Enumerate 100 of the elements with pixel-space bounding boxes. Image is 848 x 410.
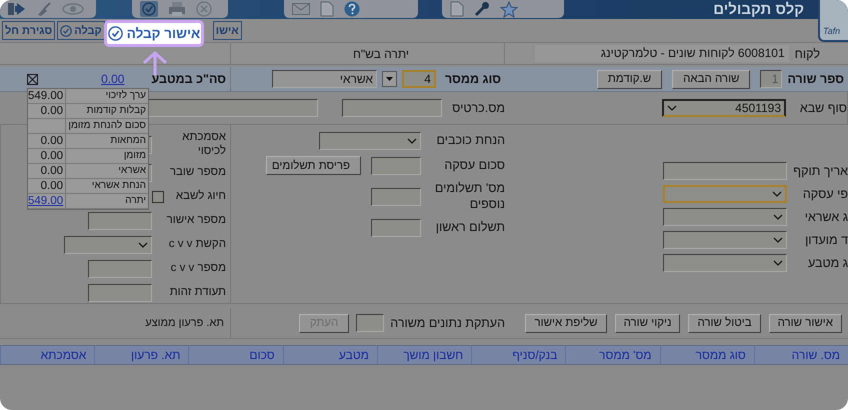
summary-value: 0.00 <box>28 134 66 148</box>
summary-value: 0.00 <box>28 104 66 118</box>
caret-icon <box>386 77 393 81</box>
summary-label: המחאות <box>109 134 147 148</box>
window-title: קלס תקבולים <box>713 0 804 19</box>
nav-button[interactable]: ש.קודמת <box>596 70 662 88</box>
summary-value: 0.00 <box>28 179 66 193</box>
field-label: תעודת זהות <box>168 286 226 300</box>
summary-value[interactable]: 549.00 <box>28 194 66 208</box>
summary-value: 0.00 <box>28 149 66 163</box>
column-header: סכום <box>188 346 283 364</box>
check-icon[interactable] <box>140 1 158 17</box>
star-icon[interactable] <box>500 0 518 18</box>
input-field[interactable] <box>663 162 787 180</box>
dropdown[interactable] <box>663 254 787 272</box>
tab[interactable]: סגירת חל <box>2 21 56 40</box>
dropdown[interactable] <box>64 236 152 254</box>
column-header: תא. פרעון <box>94 346 188 364</box>
input-field[interactable] <box>88 284 152 302</box>
field-label: תשלום ראשון <box>434 220 505 236</box>
summary-label: סכום להנחת מזומן <box>67 119 147 133</box>
summary-label: מזומן <box>122 149 147 163</box>
line-action-button[interactable]: ביטול שורה <box>688 314 761 332</box>
input-field[interactable] <box>146 99 318 117</box>
column-header: מס' ממסר <box>565 346 660 364</box>
summary-value: 0.00 <box>28 164 66 178</box>
field-label: מספר אישור <box>166 214 226 228</box>
document-icon[interactable] <box>450 1 464 17</box>
input-field[interactable]: 4 <box>402 70 436 88</box>
column-header: בנק/סניף <box>471 346 566 364</box>
input-field[interactable] <box>371 218 421 237</box>
field-label: סוף שבא <box>798 101 847 115</box>
field-label: הקשת c v v <box>168 238 226 252</box>
field-label: אסמכתא לכיסוי <box>181 131 226 159</box>
column-header: סוג ממסר <box>660 346 754 364</box>
line-action-button[interactable]: ניקוי שורה <box>614 314 680 332</box>
line-action-button[interactable]: שליפת אישור <box>525 314 607 332</box>
tab[interactable]: אישו <box>212 21 242 40</box>
input-field[interactable] <box>88 212 152 230</box>
field-label: פי עסקה <box>802 186 848 200</box>
field-label: ג אשראי <box>804 210 848 224</box>
copy-label: העתקת נתונים משורה <box>390 316 505 330</box>
chevron-down-icon <box>773 214 783 220</box>
highlighted-tab[interactable]: אישור קבלה <box>104 20 204 47</box>
dropdown-button[interactable] <box>382 71 397 87</box>
input-field[interactable] <box>371 156 421 174</box>
input-field[interactable] <box>342 99 442 117</box>
check-circle-icon <box>60 24 72 36</box>
input-field[interactable] <box>88 260 152 278</box>
chevron-down-icon <box>138 242 148 248</box>
line-action-button[interactable]: אישור שורה <box>768 314 842 332</box>
summary-label: הנחת אשראי <box>90 179 147 193</box>
checkbox[interactable] <box>152 191 164 204</box>
input-field[interactable]: אשראי <box>272 70 377 88</box>
line-number-label: ספר שורה <box>787 72 844 86</box>
average-due-label: תא. פרעון ממוצע <box>145 317 224 329</box>
nav-button[interactable]: שורה הבאה <box>672 70 750 88</box>
document-icon[interactable] <box>320 1 334 17</box>
summary-label: ערך לזיכוי <box>104 89 147 103</box>
chevron-down-icon <box>772 190 782 196</box>
dropdown[interactable] <box>663 230 787 248</box>
summary-label: קבלות קודמות <box>86 104 147 118</box>
summary-value: 549.00 <box>28 89 66 103</box>
relay-type-label: סוג ממסר <box>444 72 501 86</box>
input-field[interactable] <box>371 188 421 206</box>
column-header: מס. שורה <box>754 346 848 364</box>
field-label: אריך תוקף <box>793 164 848 178</box>
field-label: ד מועדון <box>804 232 848 246</box>
field-label: מס' תשלומים נוספים <box>434 181 505 212</box>
check-circle-icon <box>108 26 123 41</box>
balance-heading: יתרה בש"ח <box>352 46 410 60</box>
column-header: מטבע <box>282 346 377 364</box>
installments-button[interactable]: פריסת תשלומים <box>266 156 361 175</box>
pointer-arrow <box>142 50 168 76</box>
input-field[interactable] <box>356 314 384 332</box>
dropdown[interactable] <box>663 208 787 226</box>
chevron-down-icon <box>407 138 417 144</box>
dropdown[interactable] <box>319 132 421 150</box>
customer-label: לקוח <box>794 46 820 60</box>
summary-label: אשראי <box>117 164 147 178</box>
logo: Tafn <box>818 0 848 42</box>
field-label: סכום עסקה <box>443 158 505 174</box>
column-header: אסמכתא <box>0 346 94 364</box>
field-label: מספר שובר <box>168 166 226 180</box>
chevron-down-icon <box>667 105 677 111</box>
close-box-icon[interactable] <box>27 74 38 84</box>
field-label: מספר c v v <box>170 262 226 276</box>
column-header: חשבון מושך <box>376 346 472 364</box>
dropdown[interactable]: 4501193 <box>662 99 786 117</box>
total-link[interactable]: 0.00 <box>101 72 124 86</box>
field-label: מס.כרטיס <box>452 101 505 115</box>
field-label: הנחת כוכבים <box>436 132 505 148</box>
field-label: ג מטבע <box>806 256 848 270</box>
help-icon[interactable] <box>344 1 360 17</box>
summary-label: יתרה <box>124 194 147 208</box>
customer-field: 6008101 לקוחות שונים - טלמרקטינג <box>534 45 789 62</box>
exit-arrow-icon[interactable] <box>8 2 26 16</box>
chevron-down-icon <box>773 260 783 266</box>
chevron-down-icon <box>773 236 783 242</box>
field-label: חיוג לשבא <box>176 190 226 204</box>
